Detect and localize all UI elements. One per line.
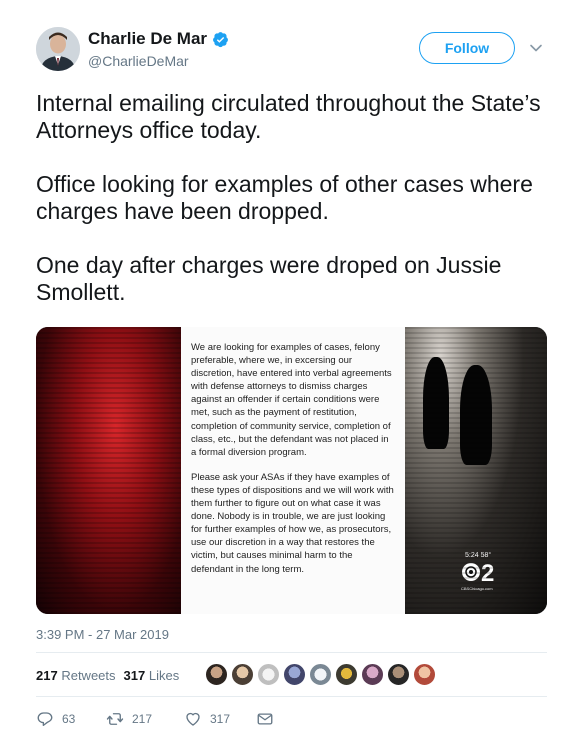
avatar[interactable] bbox=[205, 663, 228, 686]
avatar[interactable] bbox=[283, 663, 306, 686]
envelope-icon bbox=[257, 713, 273, 725]
avatar[interactable] bbox=[413, 663, 436, 686]
verified-badge-icon bbox=[213, 31, 228, 47]
retweet-button[interactable]: 217 bbox=[106, 710, 184, 728]
cbs2-logo-icon: 2 bbox=[462, 560, 494, 585]
avatar[interactable] bbox=[36, 27, 80, 71]
divider bbox=[36, 696, 547, 697]
retweet-count: 217 bbox=[132, 712, 153, 726]
avatar[interactable] bbox=[335, 663, 358, 686]
avatar[interactable] bbox=[231, 663, 254, 686]
retweets-count: 217 bbox=[36, 668, 58, 683]
silhouette-figure bbox=[460, 365, 492, 465]
avatar[interactable] bbox=[309, 663, 332, 686]
divider bbox=[36, 652, 547, 653]
tweet-actions: 63 217 317 bbox=[36, 710, 274, 728]
tweet-text: Internal emailing circulated throughout … bbox=[36, 90, 546, 306]
user-info: Charlie De Mar @CharlieDeMar bbox=[88, 29, 229, 69]
tweet-media[interactable]: We are looking for examples of cases, fe… bbox=[36, 327, 547, 614]
timecode: 5:24 58° bbox=[465, 552, 492, 559]
retweets-label: Retweets bbox=[61, 668, 116, 683]
likes-label: Likes bbox=[148, 668, 180, 683]
tweet-timestamp[interactable]: 3:39 PM - 27 Mar 2019 bbox=[36, 627, 169, 642]
avatar[interactable] bbox=[257, 663, 280, 686]
logo-digit: 2 bbox=[481, 560, 494, 585]
engagement-stats: 217 Retweets 317 Likes bbox=[36, 668, 179, 683]
display-name-row[interactable]: Charlie De Mar bbox=[88, 29, 229, 49]
media-video-panel: 5:24 58° 2 CBSChicago.com bbox=[405, 327, 547, 614]
user-handle[interactable]: @CharlieDeMar bbox=[88, 53, 229, 69]
tweet-paragraph: Internal emailing circulated throughout … bbox=[36, 90, 541, 143]
like-button[interactable]: 317 bbox=[184, 710, 256, 728]
reply-button[interactable]: 63 bbox=[36, 710, 106, 728]
avatar[interactable] bbox=[387, 663, 410, 686]
likes-stat[interactable]: 317 Likes bbox=[124, 668, 180, 683]
site-watermark: CBSChicago.com bbox=[461, 586, 493, 591]
follow-button[interactable]: Follow bbox=[419, 32, 515, 64]
chevron-down-icon[interactable] bbox=[528, 40, 544, 56]
liker-avatars bbox=[205, 663, 436, 686]
reply-icon bbox=[37, 712, 53, 727]
retweet-icon bbox=[106, 713, 124, 725]
tweet-header: Charlie De Mar @CharlieDeMar Follow bbox=[36, 27, 556, 75]
like-count: 317 bbox=[210, 712, 231, 726]
reply-count: 63 bbox=[62, 712, 76, 726]
memo-paragraph: Please ask your ASAs if they have exampl… bbox=[191, 471, 394, 575]
heart-icon bbox=[186, 712, 200, 726]
display-name[interactable]: Charlie De Mar bbox=[88, 29, 207, 49]
media-red-panel bbox=[36, 327, 181, 614]
memo-paragraph: We are looking for examples of cases, fe… bbox=[191, 342, 392, 458]
avatar[interactable] bbox=[361, 663, 384, 686]
likes-count: 317 bbox=[123, 668, 146, 683]
tweet-paragraph: One day after charges were droped on Jus… bbox=[36, 252, 502, 305]
memo-document: We are looking for examples of cases, fe… bbox=[181, 327, 405, 614]
retweets-stat[interactable]: 217 Retweets bbox=[36, 668, 116, 683]
tweet-paragraph: Office looking for examples of other cas… bbox=[36, 171, 533, 224]
direct-message-button[interactable] bbox=[256, 710, 274, 728]
silhouette-figure bbox=[423, 357, 449, 449]
